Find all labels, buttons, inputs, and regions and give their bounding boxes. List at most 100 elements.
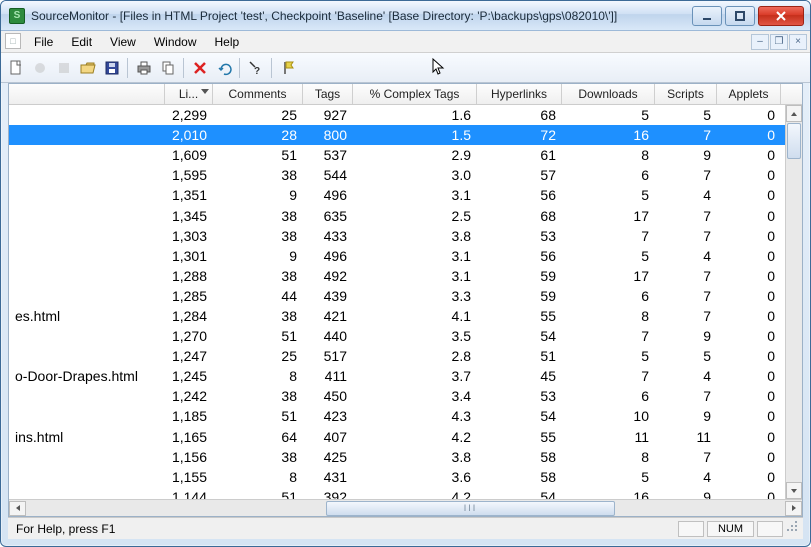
floppy-icon <box>104 60 120 76</box>
scroll-thumb[interactable] <box>787 123 801 159</box>
table-row[interactable]: 2,010288001.5721670 <box>9 125 802 145</box>
menu-file[interactable]: File <box>25 33 62 51</box>
table-row[interactable]: ins.html1,165644074.25511110 <box>9 427 802 447</box>
new-button[interactable] <box>5 57 27 79</box>
table-row[interactable]: 1,247255172.851550 <box>9 346 802 366</box>
cell-tags: 537 <box>303 147 353 163</box>
cell-tags: 635 <box>303 208 353 224</box>
undo-button[interactable] <box>213 57 235 79</box>
col-lines[interactable]: Li... <box>165 84 213 104</box>
table-row[interactable]: 1,345386352.5681770 <box>9 205 802 225</box>
mdi-restore-button[interactable]: ❐ <box>770 34 788 50</box>
titlebar[interactable]: S SourceMonitor - [Files in HTML Project… <box>1 1 810 31</box>
copy-button[interactable] <box>157 57 179 79</box>
table-row[interactable]: 1,303384333.853770 <box>9 226 802 246</box>
hscroll-track[interactable]: III <box>26 501 785 516</box>
table-row[interactable]: 1,156384253.858870 <box>9 447 802 467</box>
cell-tags: 440 <box>303 328 353 344</box>
open-button[interactable] <box>77 57 99 79</box>
save-button[interactable] <box>101 57 123 79</box>
flag-button[interactable] <box>277 57 299 79</box>
cell-hyperlinks: 53 <box>477 228 562 244</box>
mdi-minimize-button[interactable]: – <box>751 34 769 50</box>
resize-grip-icon[interactable] <box>787 521 799 536</box>
copy-icon <box>160 60 176 76</box>
window-frame: S SourceMonitor - [Files in HTML Project… <box>0 0 811 547</box>
cell-tags: 407 <box>303 429 353 445</box>
mdi-app-icon[interactable]: □ <box>5 33 21 49</box>
table-row[interactable]: 1,15584313.658540 <box>9 467 802 487</box>
cell-tags: 492 <box>303 268 353 284</box>
cell-complex: 3.5 <box>353 328 477 344</box>
col-complex[interactable]: % Complex Tags <box>353 84 477 104</box>
vertical-scrollbar[interactable] <box>785 105 802 499</box>
cell-comments: 25 <box>213 107 303 123</box>
cell-comments: 9 <box>213 187 303 203</box>
scroll-down-button[interactable] <box>786 482 802 499</box>
cell-scripts: 5 <box>655 107 717 123</box>
maximize-button[interactable] <box>725 6 755 26</box>
cell-comments: 44 <box>213 288 303 304</box>
cell-applets: 0 <box>717 308 781 324</box>
col-name[interactable] <box>9 84 165 104</box>
cell-complex: 3.8 <box>353 449 477 465</box>
folder-open-icon <box>80 60 96 76</box>
col-tags[interactable]: Tags <box>303 84 353 104</box>
cell-hyperlinks: 68 <box>477 208 562 224</box>
col-applets[interactable]: Applets <box>717 84 781 104</box>
close-button[interactable] <box>758 6 804 26</box>
scroll-right-button[interactable] <box>785 501 802 516</box>
table-body[interactable]: 2,299259271.6685502,010288001.57216701,6… <box>9 105 802 499</box>
delete-button[interactable] <box>189 57 211 79</box>
cell-complex: 1.6 <box>353 107 477 123</box>
table-row[interactable]: 1,242384503.453670 <box>9 386 802 406</box>
cell-lines: 2,010 <box>165 127 213 143</box>
cell-scripts: 7 <box>655 449 717 465</box>
col-scripts[interactable]: Scripts <box>655 84 717 104</box>
mdi-close-button[interactable]: × <box>789 34 807 50</box>
cell-downloads: 5 <box>562 107 655 123</box>
minimize-button[interactable] <box>692 6 722 26</box>
col-downloads[interactable]: Downloads <box>562 84 655 104</box>
print-button[interactable] <box>133 57 155 79</box>
table-row[interactable]: 1,285444393.359670 <box>9 286 802 306</box>
hscroll-thumb[interactable]: III <box>326 501 615 516</box>
table-row[interactable]: 1,595385443.057670 <box>9 165 802 185</box>
table-row[interactable]: 1,144513924.2541690 <box>9 487 802 499</box>
cell-downloads: 5 <box>562 248 655 264</box>
table-row[interactable]: es.html1,284384214.155870 <box>9 306 802 326</box>
toolbar-separator <box>239 58 241 78</box>
table-row[interactable]: 1,35194963.156540 <box>9 185 802 205</box>
cell-downloads: 6 <box>562 388 655 404</box>
cell-lines: 1,165 <box>165 429 213 445</box>
menu-view[interactable]: View <box>101 33 145 51</box>
scroll-left-button[interactable] <box>9 501 26 516</box>
table-row[interactable]: 1,270514403.554790 <box>9 326 802 346</box>
cell-scripts: 7 <box>655 288 717 304</box>
col-comments[interactable]: Comments <box>213 84 303 104</box>
horizontal-scrollbar[interactable]: III <box>9 499 802 516</box>
cell-complex: 4.2 <box>353 429 477 445</box>
table-row[interactable]: o-Door-Drapes.html1,24584113.745740 <box>9 366 802 386</box>
table-row[interactable]: 1,185514234.3541090 <box>9 406 802 426</box>
cell-applets: 0 <box>717 368 781 384</box>
cell-applets: 0 <box>717 127 781 143</box>
table-row[interactable]: 1,609515372.961890 <box>9 145 802 165</box>
cell-hyperlinks: 53 <box>477 388 562 404</box>
col-hyperlinks[interactable]: Hyperlinks <box>477 84 562 104</box>
menu-help[interactable]: Help <box>206 33 249 51</box>
menu-edit[interactable]: Edit <box>62 33 101 51</box>
help-button[interactable]: ? <box>245 57 267 79</box>
cell-downloads: 11 <box>562 429 655 445</box>
menu-window[interactable]: Window <box>145 33 206 51</box>
flag-icon <box>280 60 296 76</box>
scroll-up-button[interactable] <box>786 105 802 122</box>
cell-complex: 2.8 <box>353 348 477 364</box>
table-row[interactable]: 1,30194963.156540 <box>9 246 802 266</box>
cell-name: o-Door-Drapes.html <box>9 368 165 384</box>
table-row[interactable]: 2,299259271.668550 <box>9 105 802 125</box>
cell-lines: 1,285 <box>165 288 213 304</box>
cell-hyperlinks: 58 <box>477 469 562 485</box>
cell-downloads: 5 <box>562 348 655 364</box>
table-row[interactable]: 1,288384923.1591770 <box>9 266 802 286</box>
